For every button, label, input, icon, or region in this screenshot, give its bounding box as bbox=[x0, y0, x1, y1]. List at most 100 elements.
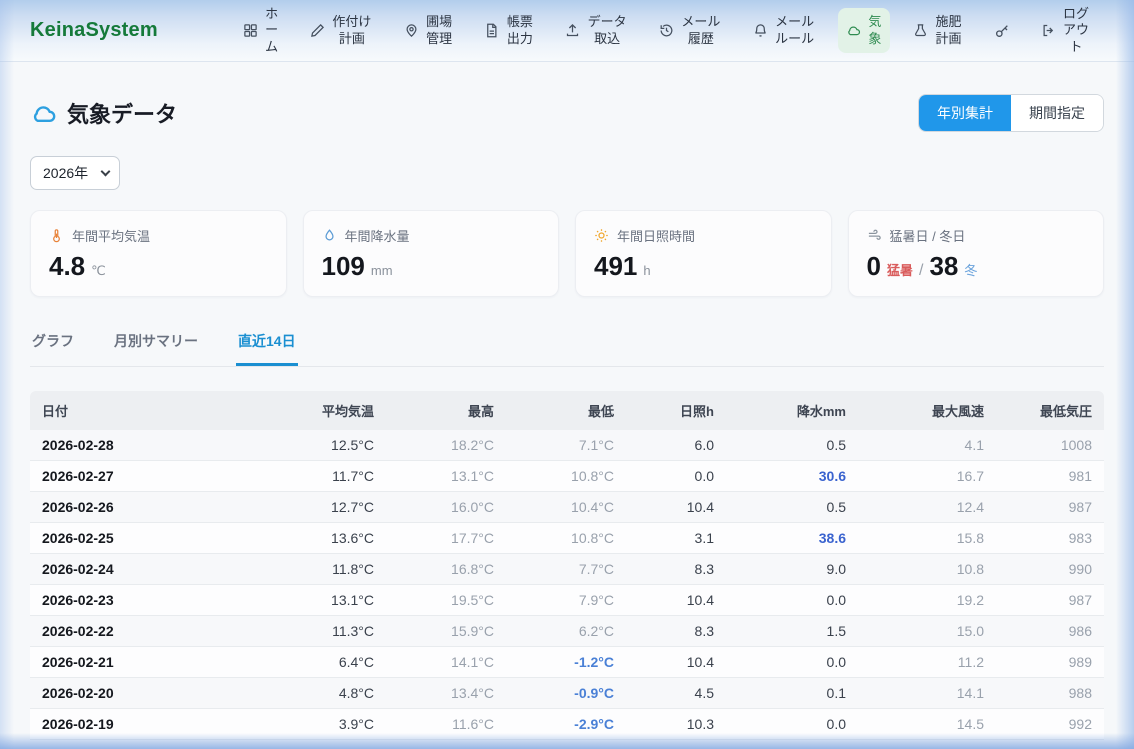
cell-sunshine: 10.4 bbox=[626, 647, 726, 678]
nav-item-mail-history[interactable]: メール履歴 bbox=[651, 8, 730, 53]
nav-item-weather[interactable]: 気象 bbox=[838, 8, 890, 53]
cell-max-temp: 13.4°C bbox=[386, 678, 506, 709]
table-row: 2026-02-28 12.5°C 18.2°C 7.1°C 6.0 0.5 4… bbox=[30, 430, 1104, 461]
cell-avg-temp: 11.7°C bbox=[258, 461, 386, 492]
cell-avg-temp: 3.9°C bbox=[258, 709, 386, 740]
nav-label: 施肥計画 bbox=[934, 14, 963, 47]
cell-avg-temp: 6.4°C bbox=[258, 647, 386, 678]
col-min: 最低 bbox=[506, 391, 626, 430]
history-icon bbox=[659, 23, 674, 38]
table-row: 2026-02-26 12.7°C 16.0°C 10.4°C 10.4 0.5… bbox=[30, 492, 1104, 523]
nav-item-field-management[interactable]: 圃場管理 bbox=[396, 8, 462, 53]
nav-item-report-output[interactable]: 帳票出力 bbox=[476, 8, 542, 53]
nav-label: ホーム bbox=[264, 6, 279, 55]
cell-rain: 0.5 bbox=[726, 430, 858, 461]
cell-min-pressure: 988 bbox=[996, 678, 1104, 709]
cold-days-unit: 冬 bbox=[964, 260, 977, 279]
cell-min-pressure: 987 bbox=[996, 492, 1104, 523]
cell-date: 2026-02-22 bbox=[30, 616, 258, 647]
cell-max-temp: 14.1°C bbox=[386, 647, 506, 678]
cell-avg-temp: 4.8°C bbox=[258, 678, 386, 709]
period-select-button[interactable]: 期間指定 bbox=[1011, 95, 1103, 131]
nav-item-fertilization-plan[interactable]: 施肥計画 bbox=[905, 8, 971, 53]
tab-graph[interactable]: グラフ bbox=[30, 325, 76, 366]
cell-min-temp: -2.9°C bbox=[506, 709, 626, 740]
cell-min-pressure: 983 bbox=[996, 523, 1104, 554]
cell-min-pressure: 1008 bbox=[996, 430, 1104, 461]
nav-label: 圃場管理 bbox=[425, 14, 454, 47]
card-label-text: 年間平均気温 bbox=[72, 226, 150, 245]
cell-rain: 0.1 bbox=[726, 678, 858, 709]
col-date: 日付 bbox=[30, 391, 258, 430]
cell-max-wind: 19.2 bbox=[858, 585, 996, 616]
cell-min-temp: -1.2°C bbox=[506, 647, 626, 678]
card-value-unit: ℃ bbox=[91, 263, 106, 279]
cell-max-temp: 15.9°C bbox=[386, 616, 506, 647]
hot-days-unit: 猛暑 bbox=[887, 260, 913, 279]
card-avg-temp: 年間平均気温 4.8 ℃ bbox=[30, 210, 287, 297]
cell-min-temp: 10.4°C bbox=[506, 492, 626, 523]
weather-table: 日付 平均気温 最高 最低 日照h 降水mm 最大風速 最低気圧 2026-02… bbox=[30, 391, 1104, 740]
dashboard-icon bbox=[243, 23, 258, 38]
cell-date: 2026-02-26 bbox=[30, 492, 258, 523]
weather-table-body: 2026-02-28 12.5°C 18.2°C 7.1°C 6.0 0.5 4… bbox=[30, 430, 1104, 740]
cell-rain: 30.6 bbox=[726, 461, 858, 492]
stat-cards: 年間平均気温 4.8 ℃ 年間降水量 109 mm 年間日照時間 491 bbox=[30, 210, 1104, 297]
card-value-unit: h bbox=[643, 263, 650, 278]
nav-item-home[interactable]: ホーム bbox=[235, 0, 287, 61]
table-row: 2026-02-24 11.8°C 16.8°C 7.7°C 8.3 9.0 1… bbox=[30, 554, 1104, 585]
cell-max-wind: 12.4 bbox=[858, 492, 996, 523]
page-title-text: 気象データ bbox=[67, 97, 177, 129]
tab-recent-14-days[interactable]: 直近14日 bbox=[236, 325, 298, 366]
card-label-text: 年間日照時間 bbox=[617, 226, 695, 245]
cell-rain: 0.0 bbox=[726, 709, 858, 740]
yearly-summary-button[interactable]: 年別集計 bbox=[919, 95, 1011, 131]
tab-monthly-summary[interactable]: 月別サマリー bbox=[112, 325, 200, 366]
cell-min-temp: 6.2°C bbox=[506, 616, 626, 647]
pencil-icon bbox=[310, 23, 325, 38]
nav-label: 気象 bbox=[867, 14, 882, 47]
table-row: 2026-02-25 13.6°C 17.7°C 10.8°C 3.1 38.6… bbox=[30, 523, 1104, 554]
nav-label: データ取込 bbox=[586, 14, 628, 47]
cell-rain: 0.5 bbox=[726, 492, 858, 523]
upload-icon bbox=[565, 23, 580, 38]
cell-min-temp: 7.1°C bbox=[506, 430, 626, 461]
document-icon bbox=[484, 23, 499, 38]
year-select[interactable]: 2026年 bbox=[30, 156, 120, 190]
cell-date: 2026-02-28 bbox=[30, 430, 258, 461]
cell-min-pressure: 992 bbox=[996, 709, 1104, 740]
col-avg-temp: 平均気温 bbox=[258, 391, 386, 430]
app-logo[interactable]: KeinaSystem bbox=[30, 19, 158, 42]
sun-icon bbox=[594, 228, 609, 243]
cell-max-wind: 10.8 bbox=[858, 554, 996, 585]
cell-max-wind: 14.5 bbox=[858, 709, 996, 740]
nav-label: 帳票出力 bbox=[505, 14, 534, 47]
cell-sunshine: 6.0 bbox=[626, 430, 726, 461]
top-nav: KeinaSystem ホーム 作付け計画 圃場管理 帳票出力 データ取込 メー… bbox=[0, 0, 1134, 62]
nav-label: メール履歴 bbox=[680, 14, 722, 47]
cell-rain: 1.5 bbox=[726, 616, 858, 647]
table-row: 2026-02-20 4.8°C 13.4°C -0.9°C 4.5 0.1 1… bbox=[30, 678, 1104, 709]
content-tabs: グラフ 月別サマリー 直近14日 bbox=[30, 325, 1104, 367]
cell-min-pressure: 981 bbox=[996, 461, 1104, 492]
cell-max-wind: 15.8 bbox=[858, 523, 996, 554]
cell-min-temp: 10.8°C bbox=[506, 523, 626, 554]
nav-label: メールルール bbox=[774, 14, 816, 47]
cell-max-wind: 15.0 bbox=[858, 616, 996, 647]
cell-min-pressure: 989 bbox=[996, 647, 1104, 678]
nav-item-planting-plan[interactable]: 作付け計画 bbox=[302, 8, 381, 53]
table-row: 2026-02-19 3.9°C 11.6°C -2.9°C 10.3 0.0 … bbox=[30, 709, 1104, 740]
separator: / bbox=[919, 262, 923, 280]
col-rain: 降水mm bbox=[726, 391, 858, 430]
cell-date: 2026-02-23 bbox=[30, 585, 258, 616]
page-title: 気象データ bbox=[30, 97, 177, 129]
cell-max-temp: 17.7°C bbox=[386, 523, 506, 554]
nav-item-mail-rules[interactable]: メールルール bbox=[745, 8, 824, 53]
wind-icon bbox=[867, 228, 882, 243]
col-max-wind: 最大風速 bbox=[858, 391, 996, 430]
nav-item-password[interactable] bbox=[986, 17, 1018, 45]
nav-item-data-import[interactable]: データ取込 bbox=[557, 8, 636, 53]
nav-item-logout[interactable]: ログアウト bbox=[1033, 0, 1099, 61]
cloud-icon bbox=[30, 100, 57, 127]
card-extreme-days: 猛暑日 / 冬日 0 猛暑 / 38 冬 bbox=[848, 210, 1105, 297]
